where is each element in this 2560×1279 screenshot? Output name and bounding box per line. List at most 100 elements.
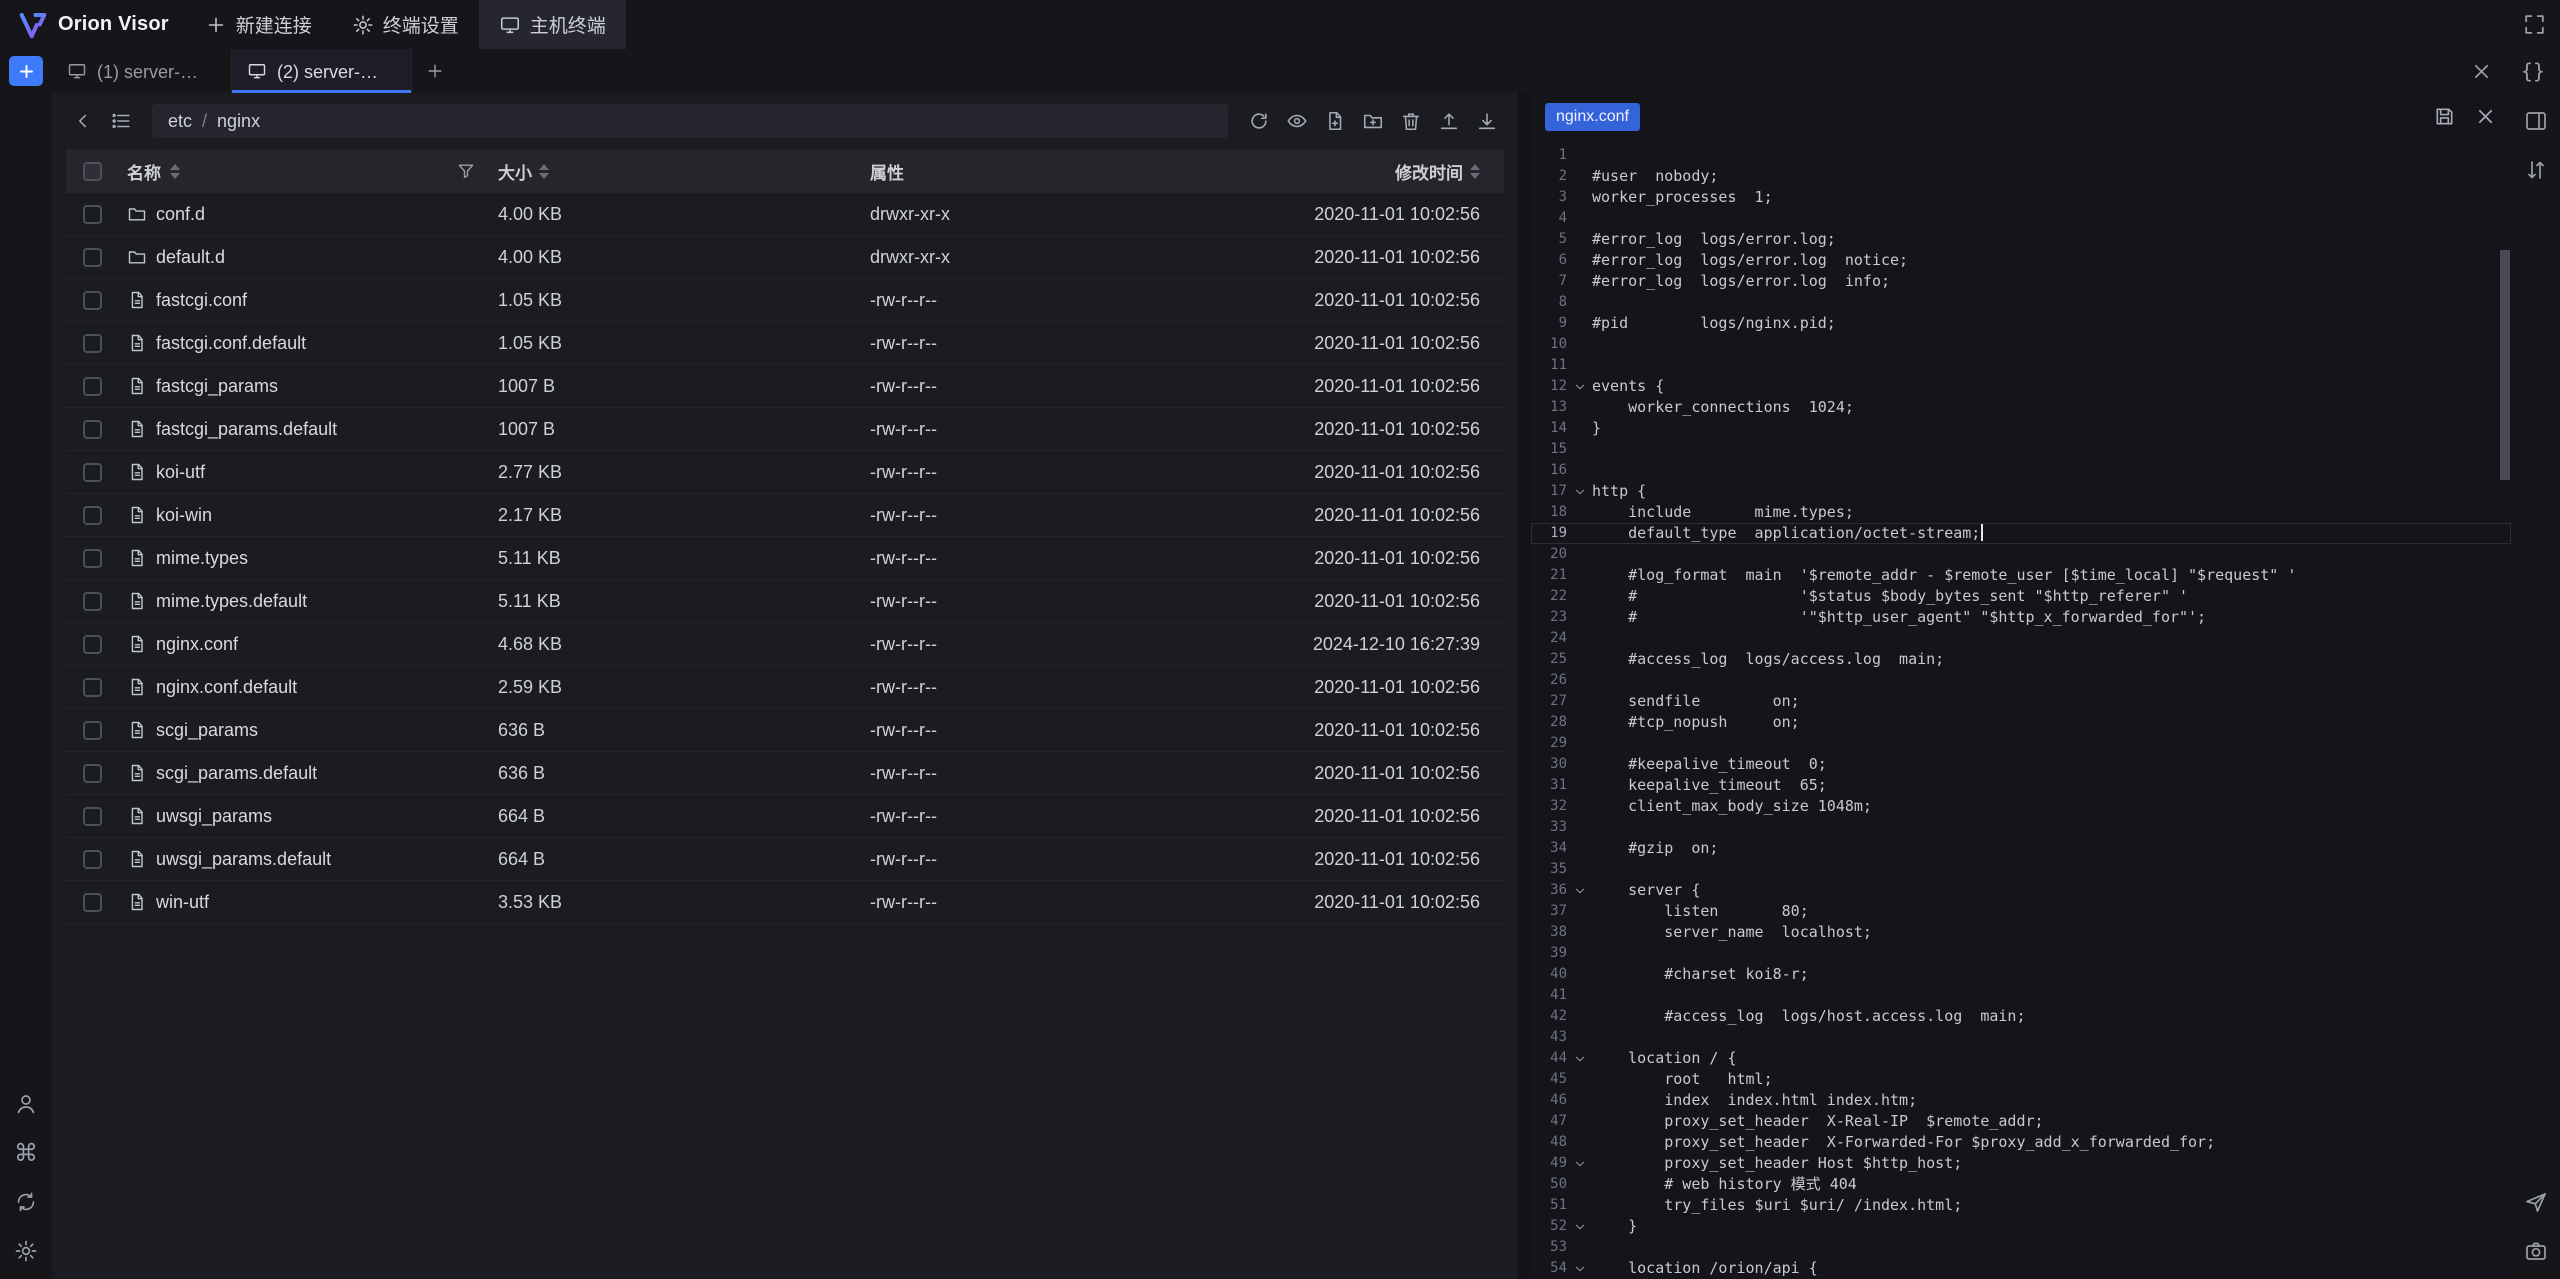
menu-host-terminal[interactable]: 主机终端: [479, 0, 626, 49]
fold-chevron-icon[interactable]: [1567, 1048, 1592, 1069]
table-row[interactable]: conf.d4.00 KBdrwxr-xr-x2020-11-01 10:02:…: [66, 193, 1504, 236]
editor-file-tab[interactable]: nginx.conf: [1545, 103, 1640, 131]
code-line[interactable]: 53: [1531, 1237, 2511, 1258]
table-row[interactable]: scgi_params.default636 B-rw-r--r--2020-1…: [66, 752, 1504, 795]
fold-chevron-icon[interactable]: [1567, 1216, 1592, 1237]
code-line[interactable]: 17http {: [1531, 481, 2511, 502]
sort-name-control[interactable]: [170, 164, 180, 179]
breadcrumb-item-etc[interactable]: etc: [168, 111, 192, 132]
file-name[interactable]: nginx.conf: [156, 634, 238, 655]
file-name[interactable]: nginx.conf.default: [156, 677, 297, 698]
close-icon[interactable]: [2470, 60, 2493, 83]
code-line[interactable]: 5#error_log logs/error.log;: [1531, 229, 2511, 250]
code-line[interactable]: 34 #gzip on;: [1531, 838, 2511, 859]
table-row[interactable]: fastcgi_params1007 B-rw-r--r--2020-11-01…: [66, 365, 1504, 408]
download-button[interactable]: [1470, 104, 1504, 138]
session-tab[interactable]: (2) server-生产-1: [232, 49, 412, 93]
table-row[interactable]: fastcgi.conf1.05 KB-rw-r--r--2020-11-01 …: [66, 279, 1504, 322]
editor-scrollbar[interactable]: [2500, 250, 2510, 480]
refresh-button[interactable]: [1242, 104, 1276, 138]
code-line[interactable]: 31 keepalive_timeout 65;: [1531, 775, 2511, 796]
send-icon[interactable]: [2524, 1190, 2548, 1214]
file-name[interactable]: fastcgi_params.default: [156, 419, 337, 440]
close-editor-icon[interactable]: [2474, 105, 2497, 128]
code-line[interactable]: 20: [1531, 544, 2511, 565]
code-line[interactable]: 9#pid logs/nginx.pid;: [1531, 313, 2511, 334]
code-line[interactable]: 21 #log_format main '$remote_addr - $rem…: [1531, 565, 2511, 586]
code-line[interactable]: 28 #tcp_nopush on;: [1531, 712, 2511, 733]
code-line[interactable]: 13 worker_connections 1024;: [1531, 397, 2511, 418]
side-panel-icon[interactable]: [2524, 109, 2548, 133]
user-icon[interactable]: [14, 1092, 38, 1116]
table-row[interactable]: mime.types.default5.11 KB-rw-r--r--2020-…: [66, 580, 1504, 623]
code-line[interactable]: 4: [1531, 208, 2511, 229]
table-row[interactable]: koi-win2.17 KB-rw-r--r--2020-11-01 10:02…: [66, 494, 1504, 537]
row-checkbox[interactable]: [83, 420, 102, 439]
code-line[interactable]: 16: [1531, 460, 2511, 481]
swap-vertical-icon[interactable]: [2524, 158, 2548, 182]
panel-divider[interactable]: [1518, 93, 1531, 1279]
settings-gear-icon[interactable]: [14, 1239, 38, 1263]
session-tab[interactable]: (1) server-生产-1: [52, 49, 232, 93]
code-line[interactable]: 18 include mime.types;: [1531, 502, 2511, 523]
table-row[interactable]: nginx.conf.default2.59 KB-rw-r--r--2020-…: [66, 666, 1504, 709]
code-line[interactable]: 27 sendfile on;: [1531, 691, 2511, 712]
file-name[interactable]: scgi_params.default: [156, 763, 317, 784]
table-row[interactable]: uwsgi_params.default664 B-rw-r--r--2020-…: [66, 838, 1504, 881]
file-name[interactable]: koi-win: [156, 505, 212, 526]
code-line[interactable]: 38 server_name localhost;: [1531, 922, 2511, 943]
code-line[interactable]: 49 proxy_set_header Host $http_host;: [1531, 1153, 2511, 1174]
code-line[interactable]: 52 }: [1531, 1216, 2511, 1237]
row-checkbox[interactable]: [83, 463, 102, 482]
delete-button[interactable]: [1394, 104, 1428, 138]
code-line[interactable]: 19 default_type application/octet-stream…: [1531, 523, 2511, 544]
fold-chevron-icon[interactable]: [1567, 1153, 1592, 1174]
file-name[interactable]: uwsgi_params: [156, 806, 272, 827]
row-checkbox[interactable]: [83, 592, 102, 611]
menu-new-connection[interactable]: 新建连接: [185, 0, 332, 49]
code-line[interactable]: 7#error_log logs/error.log info;: [1531, 271, 2511, 292]
fullscreen-icon[interactable]: [2522, 12, 2547, 37]
code-line[interactable]: 33: [1531, 817, 2511, 838]
file-name[interactable]: conf.d: [156, 204, 205, 225]
code-line[interactable]: 15: [1531, 439, 2511, 460]
code-line[interactable]: 2#user nobody;: [1531, 166, 2511, 187]
code-line[interactable]: 44 location / {: [1531, 1048, 2511, 1069]
fold-chevron-icon[interactable]: [1567, 880, 1592, 901]
code-line[interactable]: 12events {: [1531, 376, 2511, 397]
code-line[interactable]: 50 # web history 模式 404: [1531, 1174, 2511, 1195]
row-checkbox[interactable]: [83, 334, 102, 353]
code-line[interactable]: 29: [1531, 733, 2511, 754]
code-line[interactable]: 14}: [1531, 418, 2511, 439]
code-area[interactable]: 12#user nobody;3worker_processes 1;45#er…: [1531, 140, 2511, 1279]
upload-button[interactable]: [1432, 104, 1466, 138]
code-line[interactable]: 42 #access_log logs/host.access.log main…: [1531, 1006, 2511, 1027]
row-checkbox[interactable]: [83, 377, 102, 396]
file-name[interactable]: fastcgi_params: [156, 376, 278, 397]
menu-terminal-settings[interactable]: 终端设置: [332, 0, 479, 49]
code-line[interactable]: 32 client_max_body_size 1048m;: [1531, 796, 2511, 817]
file-name[interactable]: scgi_params: [156, 720, 258, 741]
row-checkbox[interactable]: [83, 893, 102, 912]
code-line[interactable]: 45 root html;: [1531, 1069, 2511, 1090]
select-all-checkbox[interactable]: [83, 162, 102, 181]
code-line[interactable]: 11: [1531, 355, 2511, 376]
command-icon[interactable]: ⌘: [14, 1141, 38, 1165]
code-line[interactable]: 48 proxy_set_header X-Forwarded-For $pro…: [1531, 1132, 2511, 1153]
table-row[interactable]: win-utf3.53 KB-rw-r--r--2020-11-01 10:02…: [66, 881, 1504, 924]
table-row[interactable]: koi-utf2.77 KB-rw-r--r--2020-11-01 10:02…: [66, 451, 1504, 494]
code-line[interactable]: 35: [1531, 859, 2511, 880]
new-file-button[interactable]: [1318, 104, 1352, 138]
code-line[interactable]: 22 # '$status $body_bytes_sent "$http_re…: [1531, 586, 2511, 607]
sync-icon[interactable]: [14, 1190, 38, 1214]
row-checkbox[interactable]: [83, 248, 102, 267]
code-line[interactable]: 23 # '"$http_user_agent" "$http_x_forwar…: [1531, 607, 2511, 628]
row-checkbox[interactable]: [83, 506, 102, 525]
row-checkbox[interactable]: [83, 549, 102, 568]
fold-chevron-icon[interactable]: [1567, 481, 1592, 502]
code-line[interactable]: 30 #keepalive_timeout 0;: [1531, 754, 2511, 775]
table-row[interactable]: mime.types5.11 KB-rw-r--r--2020-11-01 10…: [66, 537, 1504, 580]
code-line[interactable]: 8: [1531, 292, 2511, 313]
code-line[interactable]: 40 #charset koi8-r;: [1531, 964, 2511, 985]
table-row[interactable]: scgi_params636 B-rw-r--r--2020-11-01 10:…: [66, 709, 1504, 752]
